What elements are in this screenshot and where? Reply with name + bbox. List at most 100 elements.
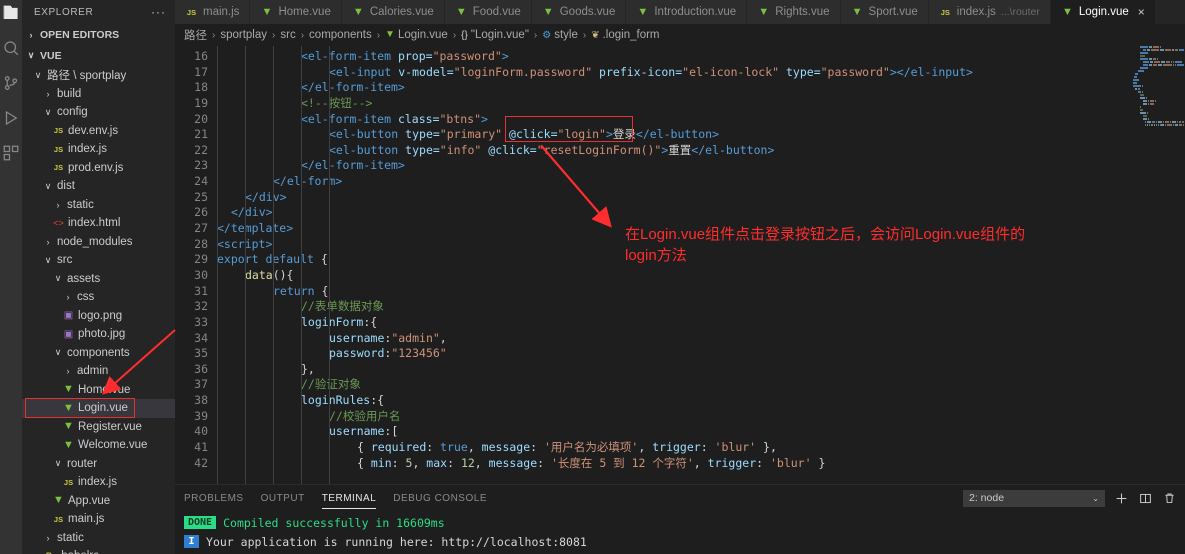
code-token: </el-button> [691,142,775,157]
panel-tab-bar: PROBLEMS OUTPUT TERMINAL DEBUG CONSOLE 2… [175,485,1185,511]
editor-tab-sport-vue[interactable]: ▼ Sport.vue [840,0,929,24]
tree-item-css[interactable]: › css [22,288,175,307]
code-token: > [501,49,509,63]
editor-tab-label: Login.vue [1078,6,1129,18]
breadcrumb-item-0[interactable]: 路径 [184,27,207,43]
tree-item-app.vue[interactable]: ▼ App.vue [22,492,175,511]
close-icon[interactable]: × [1138,6,1145,18]
tree-item-build[interactable]: › build [22,85,175,104]
tree-item-config[interactable]: ∨ config [22,103,175,122]
tree-item--sportplay[interactable]: ∨ 路径 \ sportplay [22,66,175,85]
tree-item-index.js[interactable]: JS index.js [22,140,175,159]
editor-tab-rights-vue[interactable]: ▼ Rights.vue [747,0,841,24]
tree-item-prod.env.js[interactable]: JS prod.env.js [22,159,175,178]
breadcrumb-item-5[interactable]: {} "Login.vue" [461,29,529,41]
terminal-line: DONE Compiled successfully in 16609ms [184,513,1185,532]
tree-item-assets[interactable]: ∨ assets [22,270,175,289]
editor-tab-home-vue[interactable]: ▼ Home.vue [250,0,342,24]
chevron-right-icon: › [46,532,50,543]
explorer-more-actions-icon[interactable]: ··· [151,6,166,18]
tree-item-logo.png[interactable]: ▣ logo.png [22,307,175,326]
code-line: password:"123456" [217,346,1185,362]
tab-problems[interactable]: PROBLEMS [184,485,244,511]
line-number: 37 [194,377,208,392]
code-line: <el-button type="info" @click="resetLogi… [217,143,1185,159]
vue-file-icon: ▼ [637,5,649,18]
editor-tab-label: Sport.vue [868,6,918,18]
code-token: (){ [272,267,294,282]
breadcrumb-item-1[interactable]: sportplay [220,29,267,41]
tree-item-register.vue[interactable]: ▼ Register.vue [22,418,175,437]
section-vue[interactable]: ∨ VUE [22,45,175,66]
tab-terminal[interactable]: TERMINAL [321,485,377,511]
editor-tab-login-vue[interactable]: ▼ Login.vue × [1050,0,1156,24]
tree-item-dist[interactable]: ∨ dist [22,177,175,196]
code-token: max [426,455,448,470]
source-control-icon[interactable] [2,74,20,92]
tree-item-.babelrc[interactable]: B.babelrc [22,547,175,554]
tree-item-static[interactable]: › static [22,529,175,548]
extensions-icon[interactable] [2,144,20,162]
terminal-output[interactable]: DONE Compiled successfully in 16609ms I You… [175,511,1185,554]
minimap[interactable] [1133,46,1185,484]
explorer-icon[interactable] [2,4,20,22]
tree-item-login.vue[interactable]: ▼ Login.vue [22,399,175,418]
editor-tab-index-js[interactable]: JS index.js ...\router [928,0,1051,24]
breadcrumb-item-2[interactable]: src [280,29,295,41]
code-content[interactable]: <el-form-item prop="password"> <el-input … [217,46,1185,484]
tree-item-main.js[interactable]: JS main.js [22,510,175,529]
editor-tab-food-vue[interactable]: ▼ Food.vue [444,0,532,24]
section-open-editors[interactable]: › OPEN EDITORS [22,24,175,45]
new-terminal-icon[interactable] [1114,491,1129,506]
breadcrumb-item-6[interactable]: ⚙ style [542,29,578,41]
line-number: 42 [194,455,208,470]
tab-debug-console[interactable]: DEBUG CONSOLE [393,485,487,511]
minimap-line [1145,121,1185,123]
editor-tab-goods-vue[interactable]: ▼ Goods.vue [531,0,627,24]
minimap-line [1140,55,1185,57]
terminal-select[interactable]: 2: node ⌄ [963,489,1105,507]
breadcrumb-separator: › [300,29,305,41]
code-token: { [357,440,371,455]
breadcrumb-item-4[interactable]: ▼ Login.vue [385,29,448,41]
chevron-right-icon: › [29,29,33,40]
code-token: }, [301,361,315,376]
tree-item-node-modules[interactable]: › node_modules [22,233,175,252]
code-token: type= [786,64,821,79]
breadcrumb-item-3[interactable]: components [309,29,372,41]
tree-item-admin[interactable]: › admin [22,362,175,381]
editor-tab-introduction-vue[interactable]: ▼ Introduction.vue [626,0,748,24]
minimap-line [1133,79,1185,81]
code-line: </el-form-item> [217,80,1185,96]
line-number: 27 [194,221,208,236]
code-token: loginForm [301,314,364,329]
line-number: 35 [194,346,208,361]
line-number: 20 [194,111,208,126]
kill-terminal-icon[interactable] [1162,491,1177,506]
code-editor[interactable]: 16 17 18 19 20 21 22 23 24 25 26 27 28 29 30 31 32 33 34 35… [175,46,1185,484]
code-token: @click= [509,127,558,142]
split-terminal-icon[interactable] [1138,491,1153,506]
breadcrumb-label: "Login.vue" [470,29,529,41]
editor-tab-main-js[interactable]: JS main.js [175,0,251,24]
tree-item-components[interactable]: ∨ components [22,344,175,363]
tree-item-dev.env.js[interactable]: JS dev.env.js [22,122,175,141]
search-icon[interactable] [2,39,20,57]
tab-output[interactable]: OUTPUT [261,485,305,511]
breadcrumb-item-7[interactable]: ❦ .login_form [591,29,659,41]
chevron-down-icon: ∨ [27,50,35,60]
tree-item-static[interactable]: › static [22,196,175,215]
code-line: <!--按钮--> [217,96,1185,112]
tree-item-welcome.vue[interactable]: ▼ Welcome.vue [22,436,175,455]
tree-item-home.vue[interactable]: ▼ Home.vue [22,381,175,400]
tree-item-index.html[interactable]: <> index.html [22,214,175,233]
run-debug-icon[interactable] [2,109,20,127]
tree-item-index.js[interactable]: JS index.js [22,473,175,492]
editor-tab-calories-vue[interactable]: ▼ Calories.vue [341,0,445,24]
tree-item-router[interactable]: ∨ router [22,455,175,474]
tree-item-photo.jpg[interactable]: ▣ photo.jpg [22,325,175,344]
code-token: "btns" [439,111,482,126]
code-token: : [426,440,441,455]
tree-item-src[interactable]: ∨ src [22,251,175,270]
vue-file-icon: ▼ [352,5,364,18]
